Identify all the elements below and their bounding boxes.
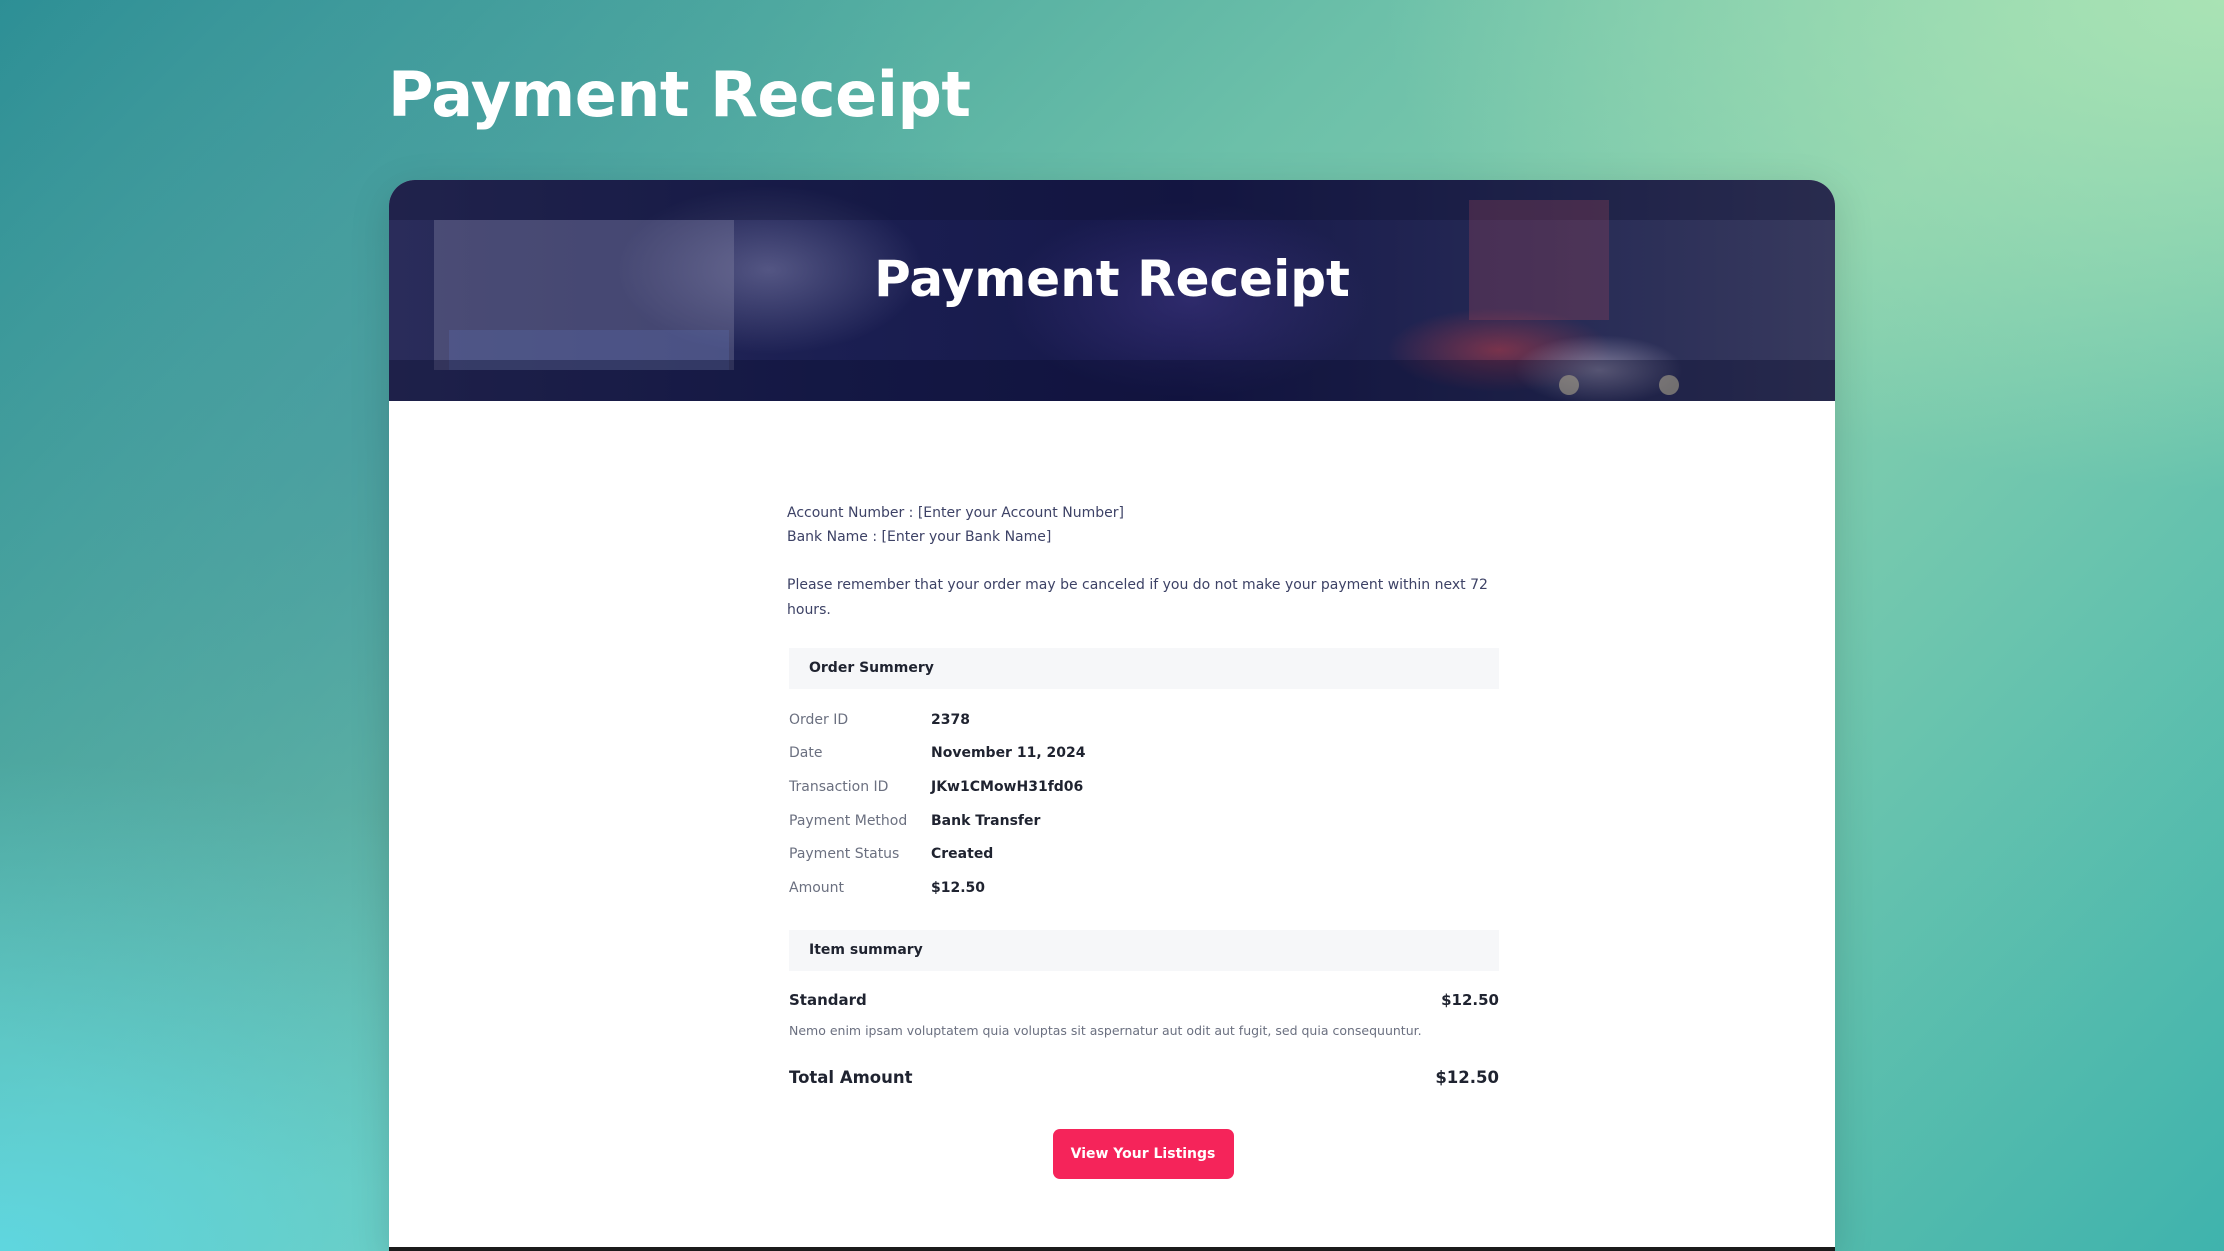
item-summary-heading: Item summary bbox=[789, 929, 1499, 971]
payment-notice: Please remember that your order may be c… bbox=[787, 577, 1488, 618]
amount-row: Amount $12.50 bbox=[789, 871, 1499, 905]
page-title: Payment Receipt bbox=[388, 58, 971, 131]
detail-label: Payment Method bbox=[789, 812, 908, 829]
detail-value: November 11, 2024 bbox=[931, 745, 1086, 762]
detail-label: Order ID bbox=[789, 711, 849, 728]
detail-label: Date bbox=[789, 745, 823, 762]
order-id-row: Order ID 2378 bbox=[789, 703, 1499, 737]
item-price: $12.50 bbox=[1441, 990, 1499, 1009]
receipt-content: Account Number : [Enter your Account Num… bbox=[787, 501, 1499, 1179]
transaction-id-row: Transaction ID JKw1CMowH31fd06 bbox=[789, 770, 1499, 804]
detail-value: Bank Transfer bbox=[931, 812, 1041, 829]
payment-status-row: Payment Status Created bbox=[789, 837, 1499, 871]
account-number-text: Account Number : [Enter your Account Num… bbox=[787, 505, 1124, 521]
action-area: View Your Listings bbox=[787, 1128, 1499, 1179]
date-row: Date November 11, 2024 bbox=[789, 737, 1499, 771]
total-label: Total Amount bbox=[789, 1067, 913, 1087]
view-listings-button[interactable]: View Your Listings bbox=[1052, 1128, 1234, 1179]
total-value: $12.50 bbox=[1435, 1067, 1499, 1087]
detail-value: Created bbox=[931, 846, 994, 863]
bottom-divider bbox=[389, 1247, 1835, 1251]
detail-value: JKw1CMowH31fd06 bbox=[931, 778, 1084, 795]
payment-method-row: Payment Method Bank Transfer bbox=[789, 804, 1499, 838]
item-description: Nemo enim ipsam voluptatem quia voluptas… bbox=[789, 1022, 1422, 1038]
item-name: Standard bbox=[789, 990, 867, 1009]
item-row: Standard $12.50 bbox=[789, 991, 1499, 1009]
total-row: Total Amount $12.50 bbox=[789, 1068, 1499, 1087]
hero-banner: Payment Receipt bbox=[389, 180, 1835, 401]
bank-name-text: Bank Name : [Enter your Bank Name] bbox=[787, 529, 1052, 545]
order-details: Order ID 2378 Date November 11, 2024 Tra… bbox=[789, 703, 1499, 905]
detail-label: Transaction ID bbox=[789, 778, 889, 795]
detail-value: $12.50 bbox=[931, 879, 986, 896]
hero-title: Payment Receipt bbox=[874, 250, 1350, 308]
receipt-card: Payment Receipt Account Number : [Enter … bbox=[389, 180, 1835, 1251]
order-summary-heading: Order Summery bbox=[789, 648, 1499, 689]
detail-value: 2378 bbox=[931, 711, 970, 728]
detail-label: Amount bbox=[789, 879, 845, 896]
detail-label: Payment Status bbox=[789, 846, 900, 863]
